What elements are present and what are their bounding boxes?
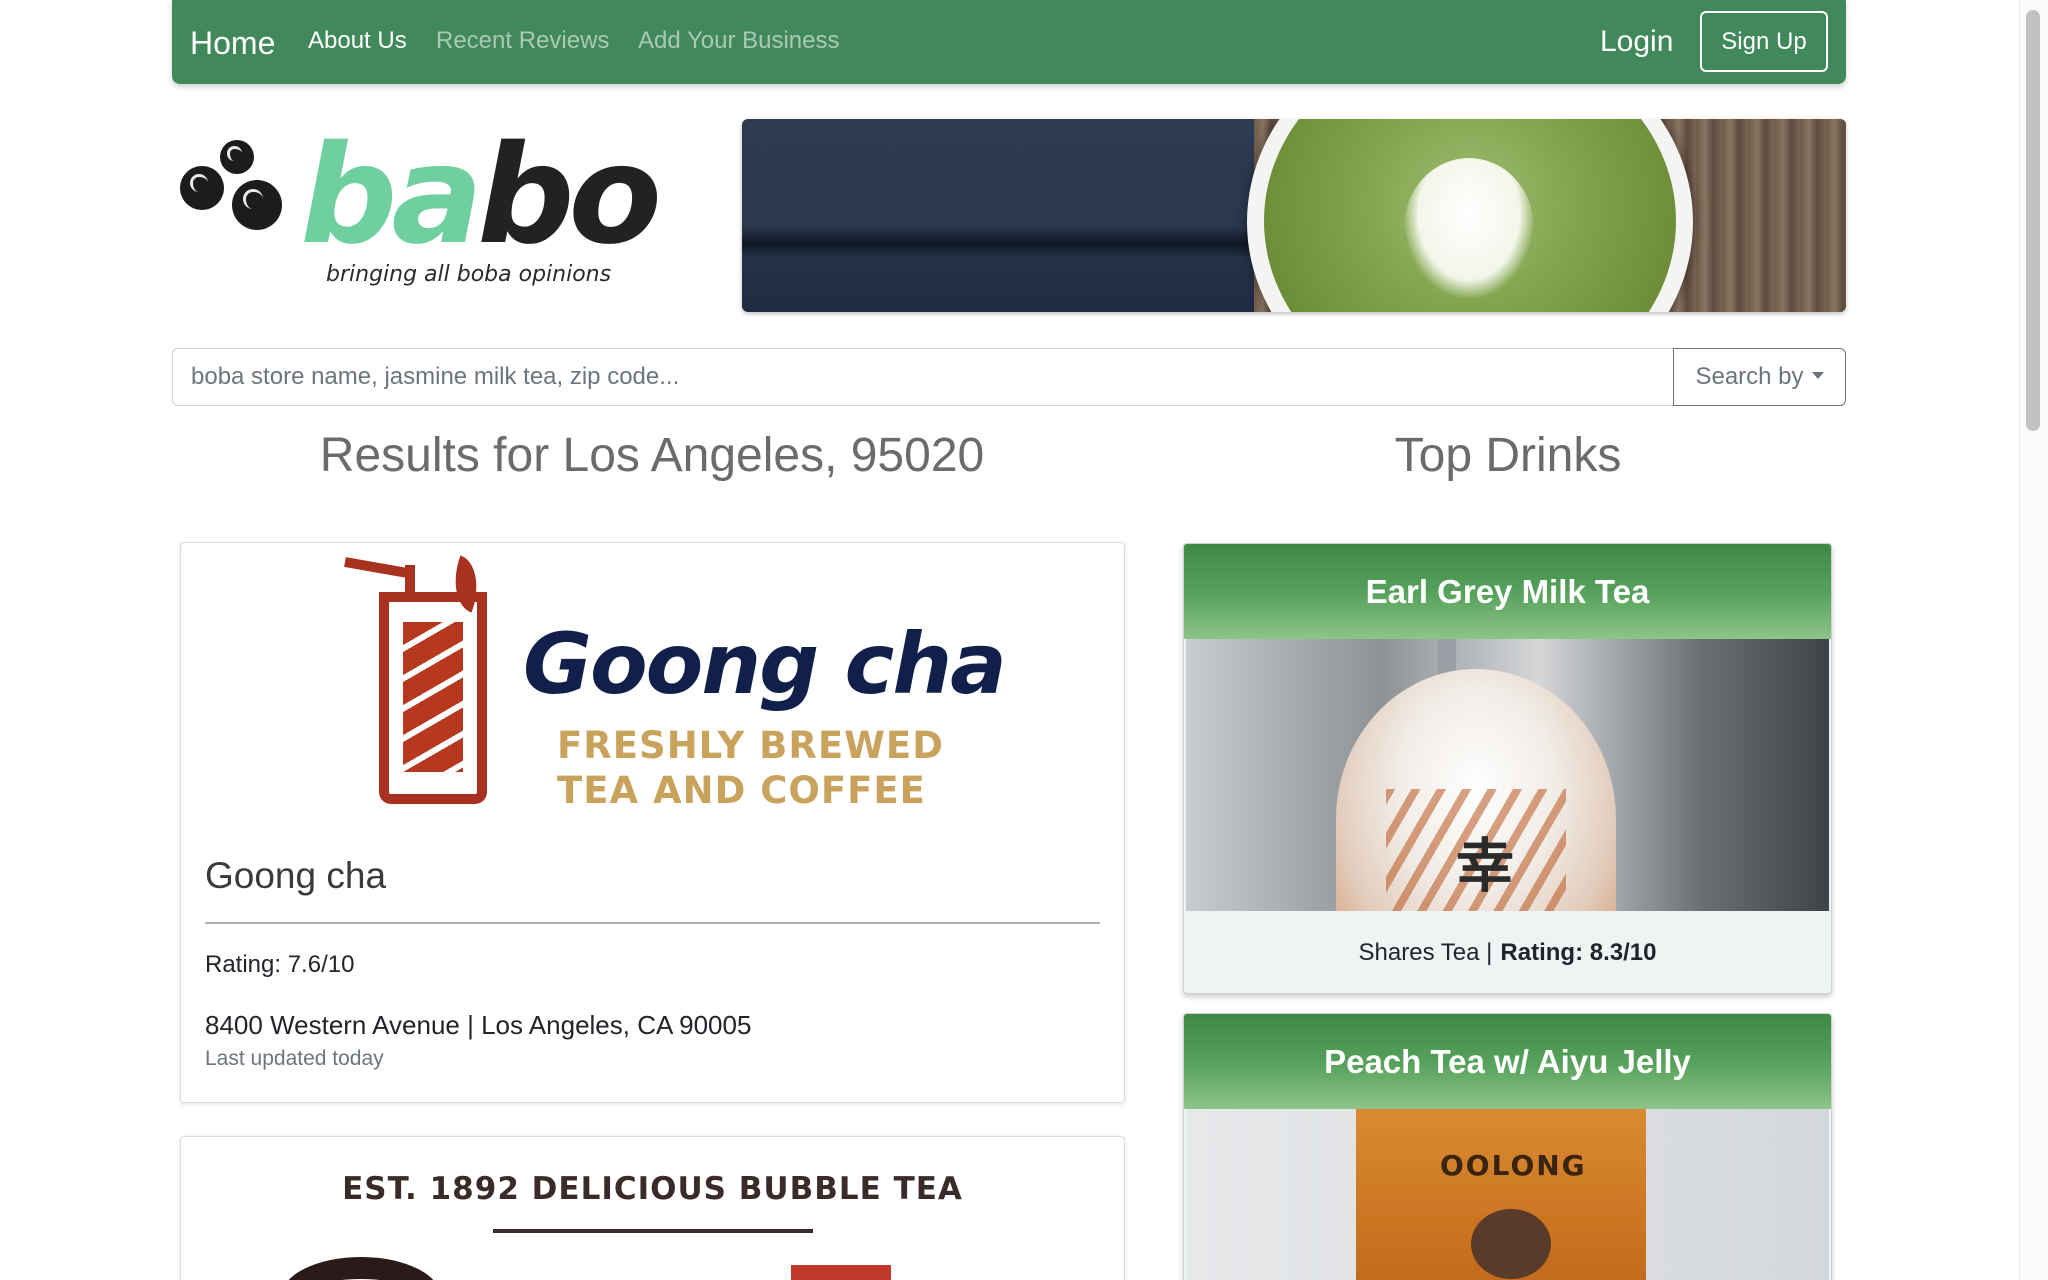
nav-add-business-link[interactable]: Add Your Business <box>638 27 839 55</box>
logo-heading: EST. 1892 DELICIOUS BUBBLE TEA <box>342 1171 963 1207</box>
store-rating: Rating: 7.6/10 <box>205 951 355 978</box>
store-card[interactable]: Goong cha FRESHLY BREWED TEA AND COFFEE … <box>180 542 1125 1103</box>
drink-name: Peach Tea w/ Aiyu Jelly <box>1184 1014 1831 1109</box>
caret-down-icon <box>1811 371 1824 379</box>
nav-about-us-link[interactable]: About Us <box>308 27 407 55</box>
scrollbar-thumb[interactable] <box>2026 10 2040 431</box>
store-logo-letter <box>791 1265 891 1280</box>
login-link[interactable]: Login <box>1600 25 1673 59</box>
iced-tea-cup-icon <box>379 592 487 804</box>
matcha-latte-banner-image <box>742 119 1846 312</box>
latte-art-heart <box>1404 158 1534 298</box>
logo-store-name: Goong cha <box>523 615 1007 713</box>
last-updated-text: Last updated today <box>205 1047 384 1070</box>
babo-logo[interactable]: babo bringing all boba opinions <box>178 128 662 300</box>
drink-rating: Rating: 8.3/10 <box>1500 939 1657 966</box>
drink-store-name[interactable]: Shares Tea | <box>1359 939 1493 967</box>
divider <box>205 922 1100 924</box>
goong-cha-logo: Goong cha FRESHLY BREWED TEA AND COFFEE <box>341 555 1007 817</box>
top-navbar: Home About Us Recent Reviews Add Your Bu… <box>172 0 1846 84</box>
drink-card[interactable]: Earl Grey Milk Tea 幸 Shares Tea | Rating… <box>1183 543 1832 994</box>
store-address: 8400 Western Avenue | Los Angeles, CA 90… <box>205 1010 752 1040</box>
drink-card[interactable]: Peach Tea w/ Aiyu Jelly OOLONG <box>1183 1013 1832 1280</box>
logo-wordmark: babo <box>300 117 662 275</box>
drink-name: Earl Grey Milk Tea <box>1184 544 1831 639</box>
mascot-icon <box>1471 1209 1551 1279</box>
top-drinks-heading: Top Drinks <box>1394 429 1622 482</box>
nav-home-link[interactable]: Home <box>190 25 275 62</box>
drink-photo: OOLONG <box>1186 1109 1829 1280</box>
boba-bubble-icon <box>220 140 254 174</box>
cup-print: OOLONG <box>1440 1149 1587 1182</box>
latte-cup <box>1247 119 1693 312</box>
boba-bubble-icon <box>180 166 224 210</box>
logo-tagline: bringing all boba opinions <box>326 262 612 287</box>
search-by-label: Search by <box>1695 363 1804 390</box>
search-input[interactable] <box>172 348 1674 406</box>
cup-print: 幸 <box>1456 832 1515 900</box>
store-name[interactable]: Goong cha <box>205 855 386 897</box>
store-logo-letter <box>281 1257 441 1280</box>
nav-recent-reviews-link[interactable]: Recent Reviews <box>436 27 609 55</box>
drink-photo: 幸 <box>1186 639 1829 911</box>
signup-button[interactable]: Sign Up <box>1700 11 1828 72</box>
logo-tagline: FRESHLY BREWED TEA AND COFFEE <box>557 724 944 812</box>
search-by-dropdown[interactable]: Search by <box>1673 348 1846 406</box>
results-heading: Results for Los Angeles, 95020 <box>319 429 985 482</box>
store-card[interactable]: EST. 1892 DELICIOUS BUBBLE TEA <box>180 1136 1125 1280</box>
boba-bubble-icon <box>232 180 282 230</box>
drink-footer: Shares Tea | Rating: 8.3/10 <box>1184 911 1831 993</box>
